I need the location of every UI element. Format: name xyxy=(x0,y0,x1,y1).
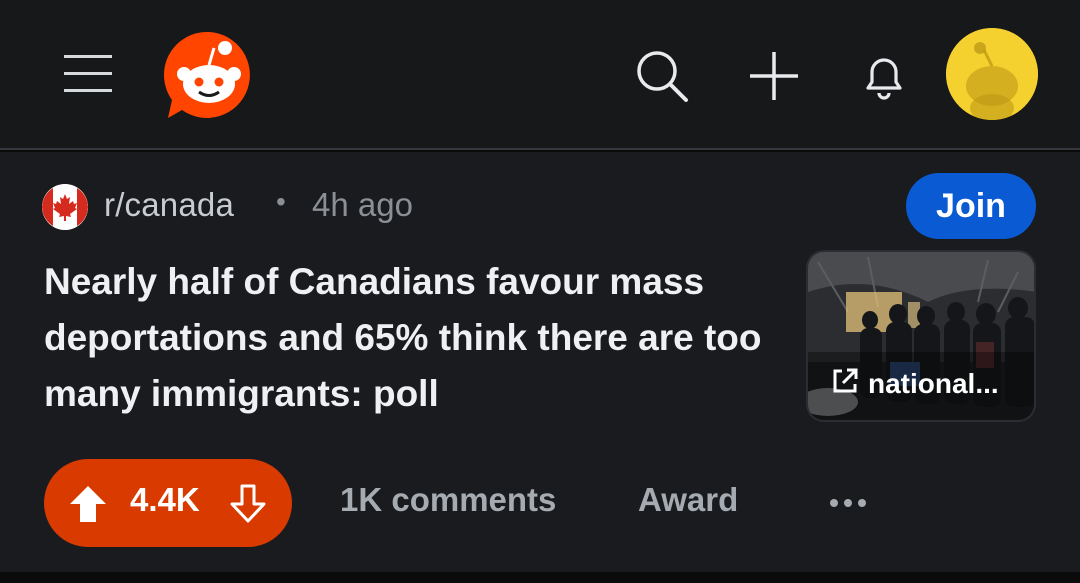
post-title[interactable]: Nearly half of Canadians favour mass dep… xyxy=(44,254,764,422)
subreddit-icon[interactable] xyxy=(42,184,88,230)
comments-button[interactable]: 1K comments xyxy=(340,481,556,519)
link-domain: national... xyxy=(868,368,999,399)
avatar[interactable] xyxy=(946,28,1038,120)
reddit-logo[interactable] xyxy=(162,28,256,122)
external-link-icon xyxy=(830,366,860,403)
join-button[interactable]: Join xyxy=(906,173,1036,239)
bell-icon[interactable] xyxy=(848,40,920,112)
upvote-arrow-icon[interactable] xyxy=(66,482,110,526)
downvote-arrow-icon[interactable] xyxy=(226,482,270,526)
vote-score: 4.4K xyxy=(130,481,200,518)
plus-icon[interactable] xyxy=(738,40,810,112)
meta-separator: • xyxy=(276,186,286,217)
award-button[interactable]: Award xyxy=(638,481,738,519)
post-age: 4h ago xyxy=(312,186,413,223)
search-icon[interactable] xyxy=(626,40,698,112)
feed-divider xyxy=(0,572,1080,583)
subreddit-name[interactable]: r/canada xyxy=(104,186,234,224)
more-options-icon[interactable] xyxy=(826,483,870,523)
link-domain-badge[interactable]: national... xyxy=(818,360,1022,408)
hamburger-menu-icon[interactable] xyxy=(54,46,122,102)
